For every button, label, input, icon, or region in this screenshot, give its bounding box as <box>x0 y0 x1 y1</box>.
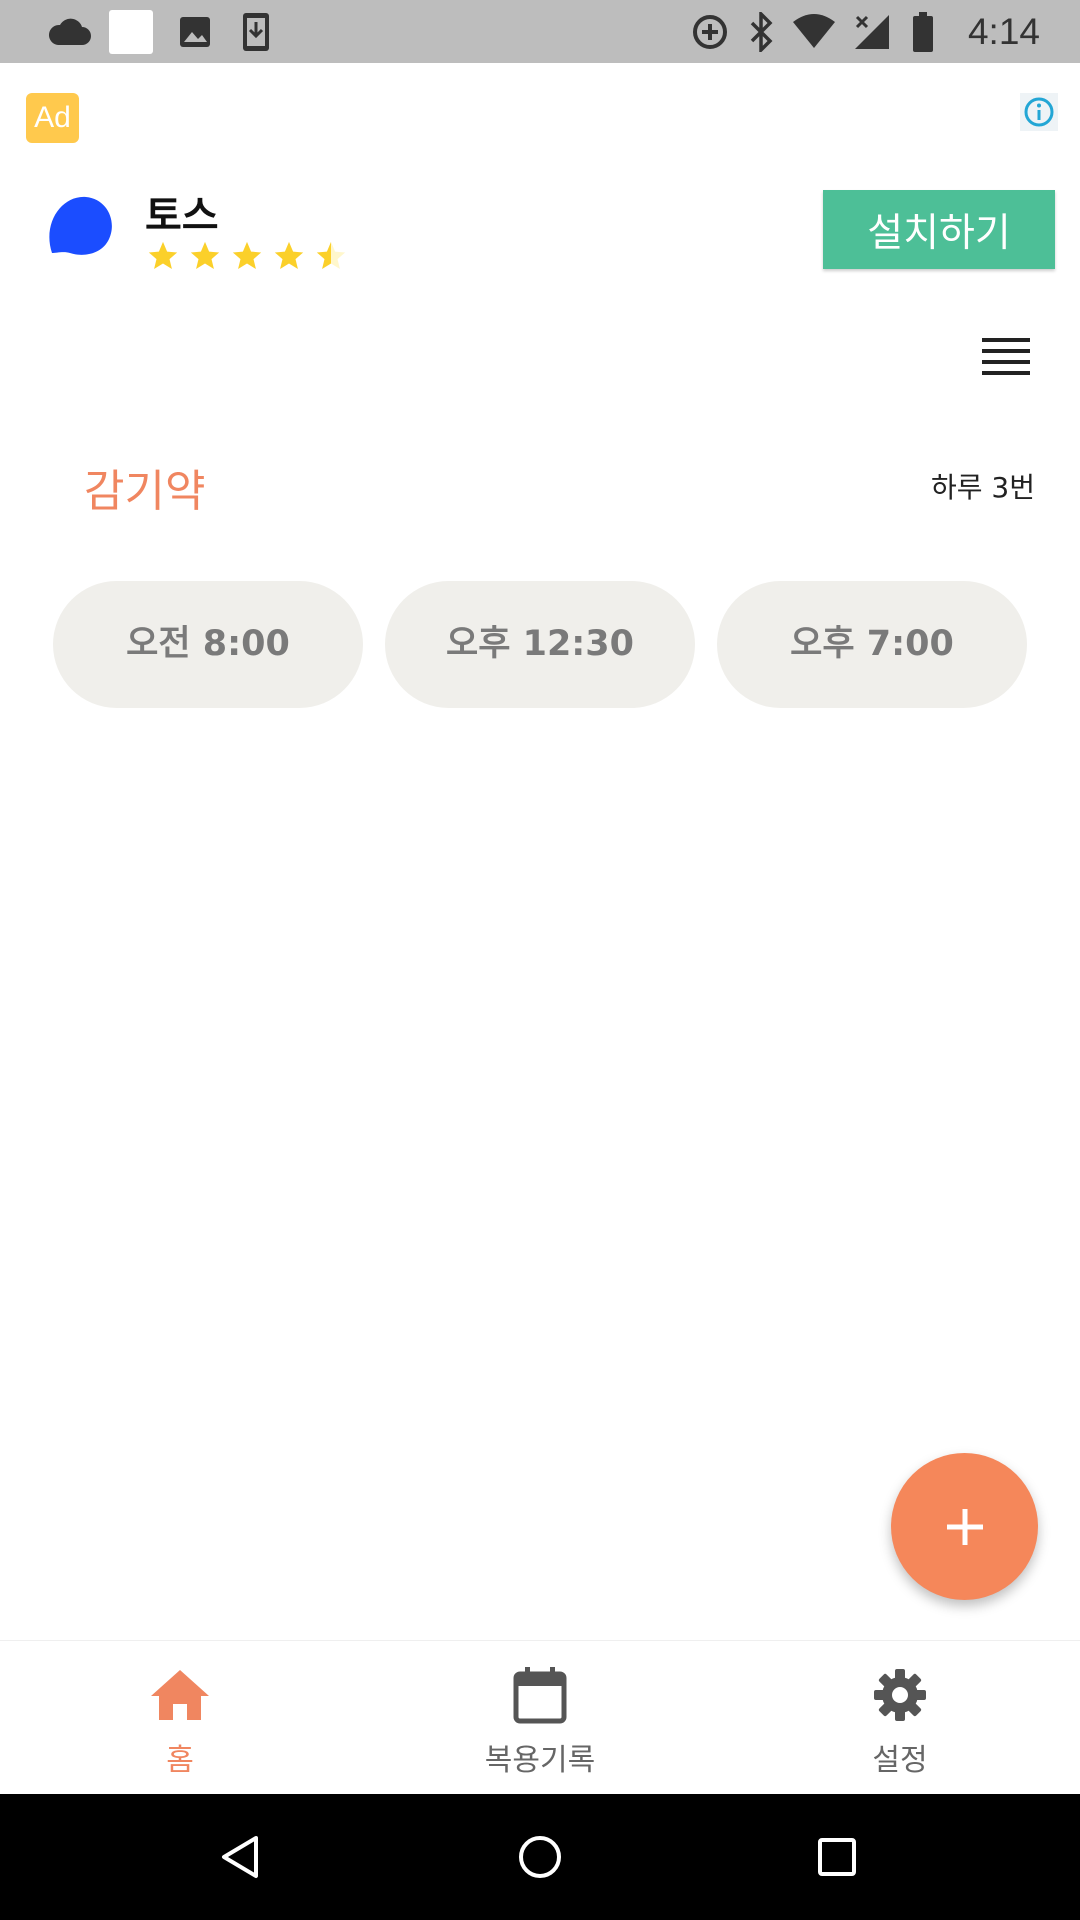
nav-item-settings[interactable]: 설정 <box>720 1641 1080 1794</box>
no-signal-icon <box>852 0 892 63</box>
nav-label-history: 복용기록 <box>484 1743 596 1778</box>
image-icon <box>176 0 214 63</box>
medicine-name[interactable]: 감기약 <box>84 455 205 519</box>
nav-item-history[interactable]: 복용기록 <box>360 1641 720 1794</box>
nav-label-settings: 설정 <box>872 1743 928 1778</box>
blank-notification-icon <box>108 0 154 63</box>
half-star-icon <box>316 241 346 270</box>
install-button[interactable]: 설치하기 <box>823 190 1055 269</box>
bluetooth-icon <box>746 0 776 63</box>
menu-icon[interactable] <box>982 338 1030 378</box>
star-icon <box>232 241 262 270</box>
status-time: 4:14 <box>967 11 1040 52</box>
download-icon <box>240 0 272 63</box>
toss-logo-icon <box>42 193 116 259</box>
battery-icon <box>910 0 936 63</box>
medicine-frequency: 하루 3번 <box>931 471 1035 504</box>
ad-app-name: 토스 <box>145 193 219 239</box>
calendar-icon <box>513 1665 567 1725</box>
star-icon <box>148 241 178 270</box>
nav-label-home: 홈 <box>166 1743 194 1778</box>
time-chip[interactable]: 오전 8:00 <box>53 581 363 708</box>
rating-stars <box>146 239 348 273</box>
ad-banner[interactable]: Ad 토스 설치하기 <box>0 63 1080 303</box>
back-icon[interactable] <box>208 1824 274 1890</box>
time-chip[interactable]: 오후 12:30 <box>385 581 695 708</box>
nav-item-home[interactable]: 홈 <box>0 1641 360 1794</box>
plus-icon <box>946 1508 983 1545</box>
system-nav-bar <box>0 1794 1080 1920</box>
bottom-nav: 홈 복용기록 설정 <box>0 1640 1080 1794</box>
wifi-icon <box>790 0 838 63</box>
home-circle-icon[interactable] <box>507 1824 573 1890</box>
add-medicine-button[interactable] <box>891 1453 1038 1600</box>
gear-icon <box>873 1665 927 1725</box>
cloud-icon <box>44 0 94 63</box>
star-icon <box>274 241 304 270</box>
info-icon[interactable] <box>1020 93 1058 131</box>
ad-badge: Ad <box>26 93 79 143</box>
home-icon <box>149 1665 211 1725</box>
status-bar: 4:14 <box>0 0 1080 63</box>
recents-icon[interactable] <box>804 1824 870 1890</box>
time-chip[interactable]: 오후 7:00 <box>717 581 1027 708</box>
star-icon <box>190 241 220 270</box>
data-saver-icon <box>690 0 730 63</box>
